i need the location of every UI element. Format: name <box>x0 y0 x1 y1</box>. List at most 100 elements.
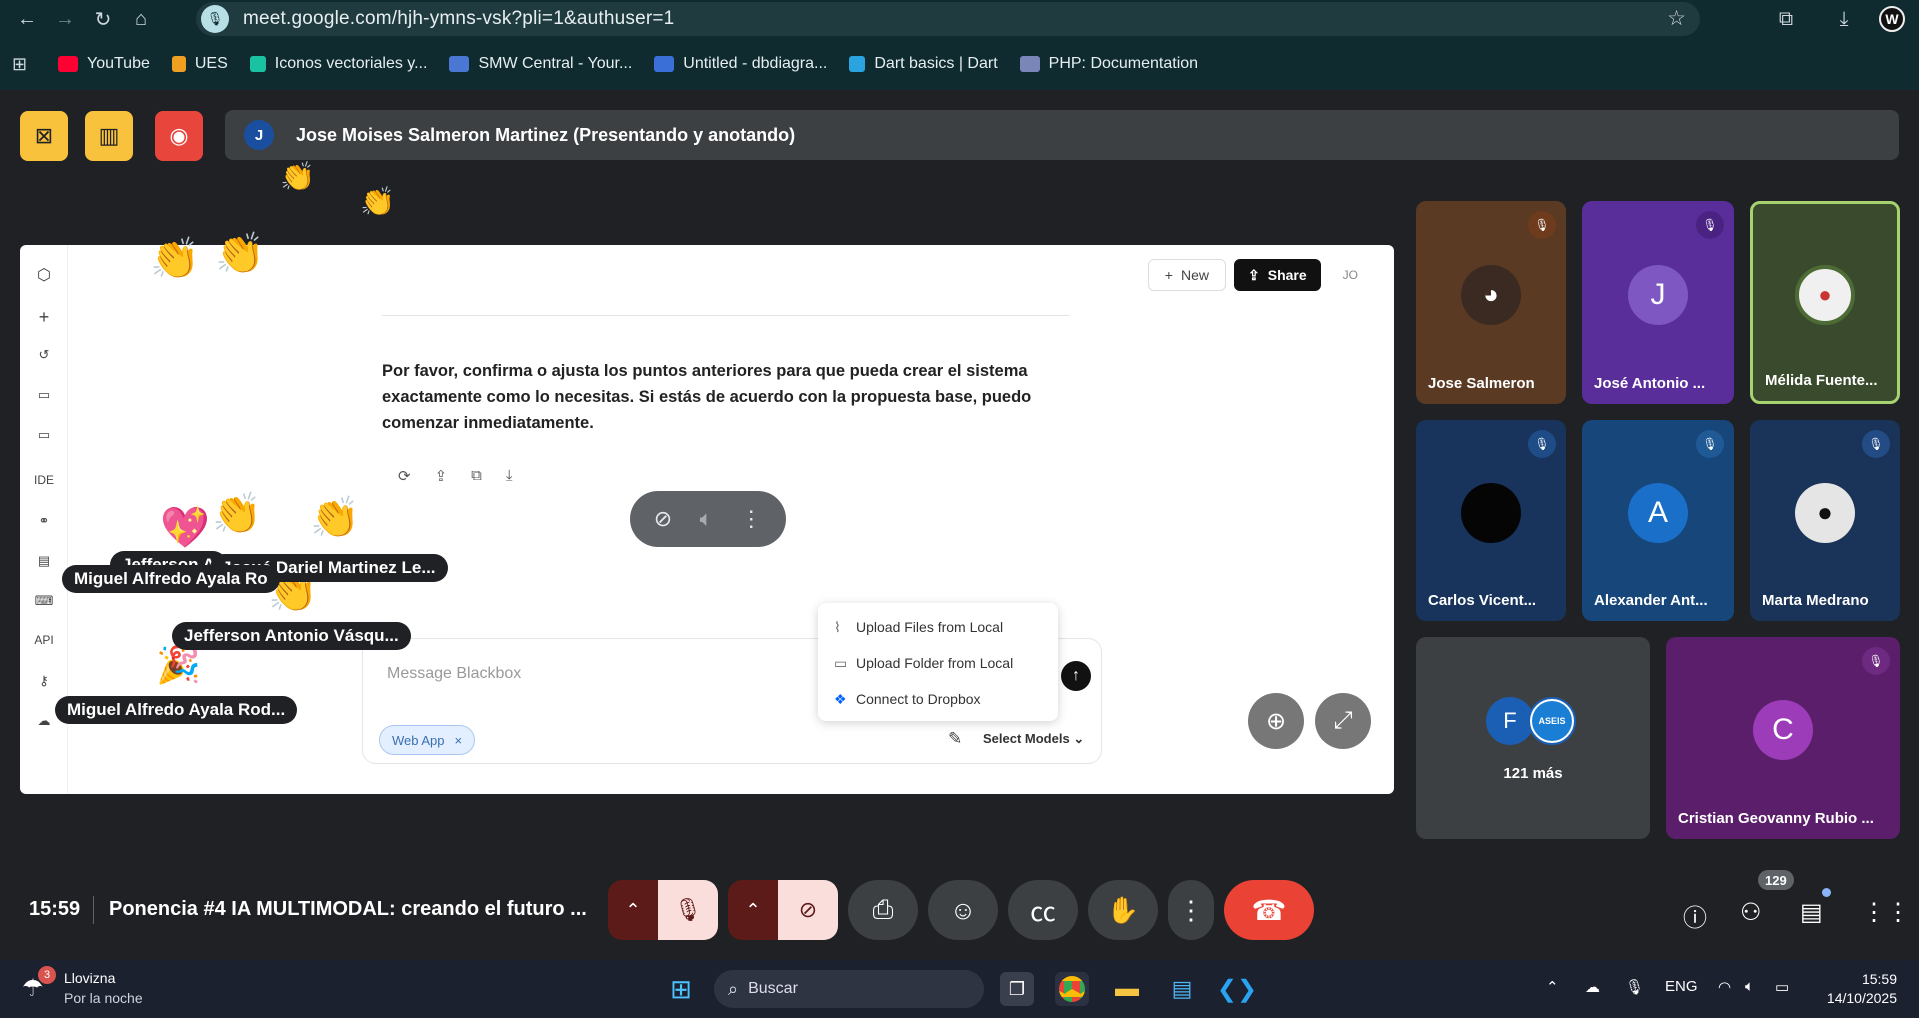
apps-grid-icon[interactable]: ⊞ <box>12 54 58 75</box>
address-bar[interactable]: 🎙 meet.google.com/hjh-ymns-vsk?pli=1&aut… <box>196 2 1700 36</box>
regenerate-icon[interactable]: ⟳ <box>398 467 411 485</box>
microphone-icon[interactable]: 🎙︎ <box>1625 978 1644 996</box>
meet-stage: ⊠ ▥ ◉ J Jose Moises Salmeron Martinez (P… <box>0 90 1919 960</box>
ide-link[interactable]: IDE <box>20 473 68 487</box>
url-text[interactable]: meet.google.com/hjh-ymns-vsk?pli=1&authu… <box>243 8 674 30</box>
raise-hand-button[interactable]: ✋ <box>1088 880 1158 940</box>
profile-avatar[interactable]: W <box>1879 6 1905 32</box>
share-button[interactable]: ⇪ Share <box>1234 259 1321 291</box>
smw-icon <box>449 56 470 72</box>
copy-icon[interactable]: ⧉ <box>471 467 482 485</box>
camera-off-button[interactable]: ⊘ <box>778 880 838 940</box>
download-icon[interactable]: ⤓ <box>1815 0 1873 38</box>
back-arrow-icon[interactable]: ← <box>8 0 46 38</box>
upload-folder-item[interactable]: ▭ Upload Folder from Local <box>818 645 1058 681</box>
participant-tile[interactable]: 🎙︎ C Cristian Geovanny Rubio ... <box>1666 637 1900 839</box>
history-icon[interactable]: ↺ <box>20 347 68 363</box>
monitor-icon[interactable]: ▭ <box>20 427 68 443</box>
windows-start-icon[interactable]: ⊞ <box>664 972 698 1006</box>
reload-icon[interactable]: ↻ <box>84 0 122 38</box>
participant-tile[interactable]: 🎙︎ J José Antonio ... <box>1582 201 1734 404</box>
task-view-icon[interactable]: ❐ <box>1000 972 1034 1006</box>
bookmark-iconos[interactable]: Iconos vectoriales y... <box>249 55 427 73</box>
info-icon[interactable]: ⓘ <box>1683 898 1707 933</box>
chat-icon[interactable]: ▭ <box>20 387 68 403</box>
team-icon[interactable]: ⚭ <box>20 513 68 529</box>
bookmark-smw[interactable]: SMW Central - Your... <box>449 55 632 73</box>
upload-files-item[interactable]: ⌇ Upload Files from Local <box>818 609 1058 645</box>
mic-off-button[interactable]: 🎙︎ <box>658 880 718 940</box>
key-icon[interactable]: ⚷ <box>20 673 68 689</box>
clap-emoji: 👏 <box>280 161 315 192</box>
battery-icon[interactable]: ▭ <box>1775 978 1789 996</box>
system-clock[interactable]: 15:59 14/10/2025 <box>1827 970 1897 1008</box>
participant-tile[interactable]: 🎙︎ A Alexander Ant... <box>1582 420 1734 621</box>
download-icon[interactable]: ⤓ <box>506 467 513 485</box>
bookmark-ues[interactable]: UES <box>171 55 228 73</box>
participant-tile[interactable]: ● Mélida Fuente... <box>1750 201 1900 404</box>
participant-tile[interactable]: 🎙︎ Carlos Vicent... <box>1416 420 1566 621</box>
recording-icon[interactable]: ◉ <box>155 111 203 161</box>
end-call-button[interactable]: ☎ <box>1224 880 1314 940</box>
weather-badge: 3 <box>38 966 56 984</box>
activities-grid-icon[interactable]: ⋮⋮ <box>1862 898 1910 927</box>
document-icon[interactable]: ▤ <box>20 553 68 569</box>
mic-control: ⌃ 🎙︎ <box>608 880 718 940</box>
emoji-button[interactable]: ☺ <box>928 880 998 940</box>
more-vert-icon[interactable]: ⋮ <box>740 506 762 532</box>
extensions-icon[interactable]: ⧉ <box>1757 0 1815 38</box>
zoom-in-button[interactable]: ⊕ <box>1248 693 1304 749</box>
chrome-icon[interactable] <box>1055 972 1089 1006</box>
connect-dropbox-item[interactable]: ❖ Connect to Dropbox <box>818 681 1058 717</box>
fullscreen-button[interactable]: ⤢ <box>1315 693 1371 749</box>
vector-icon <box>249 56 266 72</box>
vscode-icon[interactable]: ❮❯ <box>1217 972 1257 1006</box>
send-button[interactable]: ↑ <box>1061 661 1091 691</box>
bookmark-star-icon[interactable]: ☆ <box>1667 6 1686 31</box>
more-options-button[interactable]: ⋮ <box>1168 880 1214 940</box>
message-input[interactable]: Message Blackbox <box>387 665 521 683</box>
language-indicator[interactable]: ENG <box>1665 978 1698 995</box>
plus-icon[interactable]: + <box>20 307 68 328</box>
pin-off-icon[interactable]: ⊘ <box>654 506 672 532</box>
speaker-icon[interactable]: 🔈︎ <box>700 506 713 532</box>
volume-icon[interactable]: 🔈︎ <box>1745 978 1754 995</box>
new-button[interactable]: + New <box>1147 259 1226 291</box>
site-info-icon[interactable]: 🎙 <box>201 5 229 33</box>
participant-tile[interactable]: 🎙︎ ● Marta Medrano <box>1750 420 1900 621</box>
chip-close-icon[interactable]: × <box>455 733 463 748</box>
onedrive-icon[interactable]: ☁ <box>1585 978 1600 996</box>
mic-options-chevron-icon[interactable]: ⌃ <box>608 880 658 940</box>
share-icon[interactable]: ⇪ <box>435 467 448 485</box>
api-link[interactable]: API <box>20 633 68 647</box>
user-initials[interactable]: JO <box>1343 268 1358 282</box>
web-app-chip[interactable]: Web App × <box>379 725 476 755</box>
select-models-dropdown[interactable]: Select Models ⌄ <box>983 731 1084 747</box>
forward-arrow-icon[interactable]: → <box>46 0 84 38</box>
people-icon[interactable]: ⚇ <box>1740 898 1762 927</box>
attach-icon[interactable]: ✎ <box>948 729 962 749</box>
tray-chevron-icon[interactable]: ⌃ <box>1546 978 1559 996</box>
clap-emoji: 👏 <box>360 186 395 217</box>
chat-icon[interactable]: ▤ <box>1800 898 1823 927</box>
home-icon[interactable]: ⌂ <box>122 0 160 38</box>
bookmark-php[interactable]: PHP: Documentation <box>1019 55 1198 73</box>
captions-button[interactable]: ㏄ <box>1008 880 1078 940</box>
logo-icon[interactable]: ⬡ <box>20 265 68 285</box>
hide-presentation-icon[interactable]: ⊠ <box>20 111 68 161</box>
layout-icon[interactable]: ▥ <box>85 111 133 161</box>
bookmark-dart[interactable]: Dart basics | Dart <box>849 55 998 73</box>
camera-options-chevron-icon[interactable]: ⌃ <box>728 880 778 940</box>
message-actions: ⟳ ⇪ ⧉ ⤓ <box>398 467 537 485</box>
file-explorer-icon[interactable]: ▬ <box>1110 972 1144 1006</box>
present-screen-button[interactable]: ⎙ <box>848 880 918 940</box>
participant-name: Carlos Vicent... <box>1428 592 1537 609</box>
more-participants-tile[interactable]: F ASEIS 121 más <box>1416 637 1650 839</box>
notepad-icon[interactable]: ▤ <box>1165 972 1199 1006</box>
participant-tile[interactable]: 🎙︎ ◕ Jose Salmeron <box>1416 201 1566 404</box>
bookmark-youtube[interactable]: YouTube <box>58 55 150 73</box>
bookmark-dbdiagram[interactable]: Untitled - dbdiagra... <box>654 55 827 73</box>
wifi-icon[interactable]: ◠ <box>1718 978 1731 996</box>
taskbar-search[interactable]: ⌕ Buscar <box>714 970 984 1008</box>
keyboard-icon[interactable]: ⌨ <box>20 593 68 609</box>
